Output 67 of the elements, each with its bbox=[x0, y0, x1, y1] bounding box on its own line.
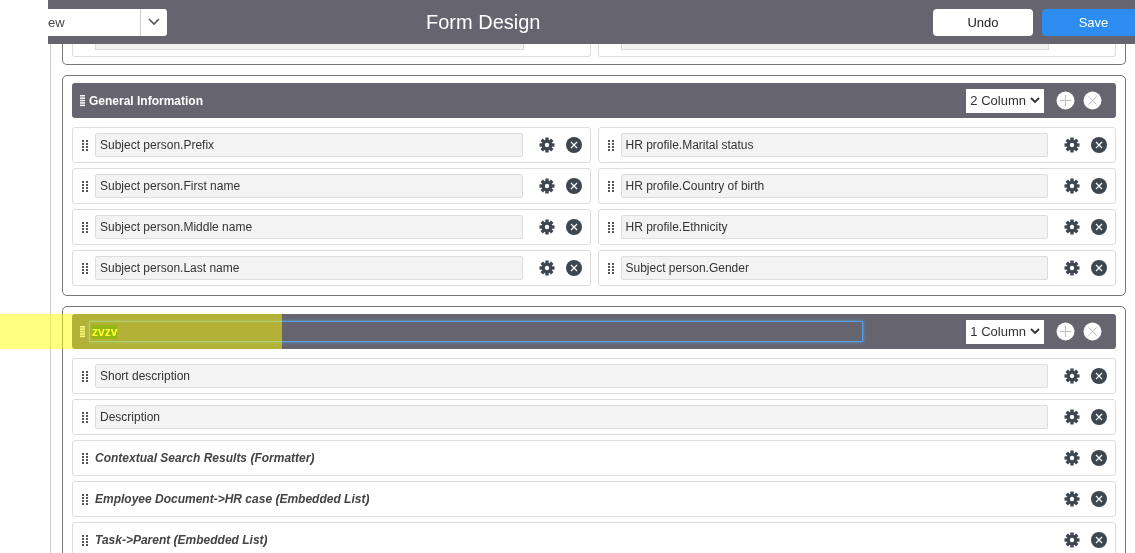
remove-icon[interactable] bbox=[1091, 532, 1107, 548]
settings-icon[interactable] bbox=[1064, 491, 1080, 507]
chevron-down-icon bbox=[1030, 328, 1040, 335]
field-label: Subject person.Last name bbox=[95, 256, 523, 280]
add-icon[interactable] bbox=[1056, 322, 1075, 341]
drag-handle-icon[interactable] bbox=[82, 411, 88, 423]
drag-handle-icon[interactable] bbox=[80, 94, 85, 107]
remove-icon[interactable] bbox=[1091, 491, 1107, 507]
settings-icon[interactable] bbox=[1064, 450, 1080, 466]
column-select[interactable]: 2 Column bbox=[966, 88, 1044, 113]
field-label: HR profile.Marital status bbox=[620, 133, 1048, 157]
drag-handle-icon[interactable] bbox=[82, 139, 88, 151]
drag-handle-icon[interactable] bbox=[82, 180, 88, 192]
settings-icon[interactable] bbox=[538, 219, 555, 235]
remove-icon[interactable] bbox=[565, 260, 582, 276]
remove-icon[interactable] bbox=[1091, 178, 1107, 194]
remove-icon[interactable] bbox=[1091, 409, 1107, 425]
settings-icon[interactable] bbox=[538, 178, 555, 194]
field-label: Subject person.Gender bbox=[620, 256, 1048, 280]
undo-button[interactable]: Undo bbox=[933, 8, 1033, 36]
drag-handle-icon[interactable] bbox=[82, 534, 88, 546]
drag-handle-icon[interactable] bbox=[82, 370, 88, 382]
drag-handle-icon[interactable] bbox=[82, 221, 88, 233]
drag-handle-icon[interactable] bbox=[607, 139, 614, 151]
field-label: Subject person.First name bbox=[95, 174, 523, 198]
settings-icon[interactable] bbox=[1064, 409, 1080, 425]
column-select[interactable]: 1 Column bbox=[966, 319, 1044, 344]
drag-handle-icon[interactable] bbox=[607, 221, 614, 233]
remove-icon[interactable] bbox=[1091, 260, 1107, 276]
settings-icon[interactable] bbox=[538, 137, 555, 153]
close-icon[interactable] bbox=[1083, 322, 1102, 341]
field-label: HR profile.Ethnicity bbox=[620, 215, 1048, 239]
close-icon[interactable] bbox=[1083, 91, 1102, 110]
chevron-down-icon bbox=[1030, 97, 1040, 104]
settings-icon[interactable] bbox=[1064, 219, 1080, 235]
settings-icon[interactable] bbox=[1064, 368, 1080, 384]
remove-icon[interactable] bbox=[565, 137, 582, 153]
field-label: Subject person.Prefix bbox=[95, 133, 523, 157]
remove-icon[interactable] bbox=[565, 178, 582, 194]
caret-icon bbox=[148, 18, 160, 26]
section-title: General Information bbox=[89, 93, 205, 108]
remove-icon[interactable] bbox=[1091, 368, 1107, 384]
view-select[interactable]: ew bbox=[48, 8, 167, 36]
formatter-label: Employee Document->HR case (Embedded List) bbox=[95, 492, 371, 506]
remove-icon[interactable] bbox=[1091, 219, 1107, 235]
settings-icon[interactable] bbox=[1064, 137, 1080, 153]
settings-icon[interactable] bbox=[538, 260, 555, 276]
field-label: Description bbox=[95, 405, 1048, 429]
drag-handle-icon[interactable] bbox=[82, 493, 88, 505]
settings-icon[interactable] bbox=[1064, 178, 1080, 194]
drag-handle-icon[interactable] bbox=[80, 325, 85, 338]
drag-handle-icon[interactable] bbox=[82, 262, 88, 274]
formatter-label: Contextual Search Results (Formatter) bbox=[95, 451, 316, 465]
drag-handle-icon[interactable] bbox=[82, 452, 88, 464]
field-label: HR profile.Country of birth bbox=[620, 174, 1048, 198]
add-icon[interactable] bbox=[1056, 91, 1075, 110]
remove-icon[interactable] bbox=[1091, 137, 1107, 153]
remove-icon[interactable] bbox=[565, 219, 582, 235]
page-title: Form Design bbox=[426, 11, 541, 34]
field-label: Subject person.Middle name bbox=[95, 215, 523, 239]
remove-icon[interactable] bbox=[1091, 450, 1107, 466]
drag-handle-icon[interactable] bbox=[607, 180, 614, 192]
formatter-label: Task->Parent (Embedded List) bbox=[95, 533, 269, 547]
field-label: Short description bbox=[95, 364, 1048, 388]
drag-handle-icon[interactable] bbox=[607, 262, 614, 274]
settings-icon[interactable] bbox=[1064, 532, 1080, 548]
settings-icon[interactable] bbox=[1064, 260, 1080, 276]
